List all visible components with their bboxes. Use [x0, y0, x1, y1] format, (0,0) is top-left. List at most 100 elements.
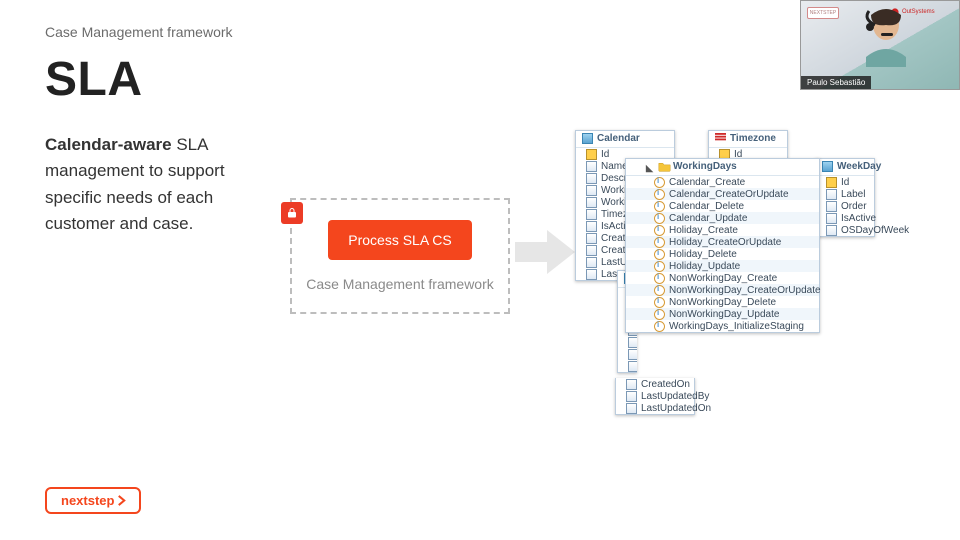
flag-icon	[715, 133, 726, 144]
row-label: Id	[841, 177, 849, 188]
attr-row[interactable]: LastUpdatedOn	[616, 402, 694, 414]
action-row[interactable]: Calendar_Create	[626, 176, 819, 188]
row-label: Calendar_Create	[669, 177, 745, 188]
panel-weekday: WeekDay IdLabelOrderIsActiveOSDayOfWeek	[815, 158, 875, 237]
attr-icon	[586, 185, 597, 196]
cam-badge-left: NEXTSTEP	[807, 7, 839, 19]
action-icon	[654, 189, 665, 200]
action-row[interactable]: NonWorkingDay_Update	[626, 308, 819, 320]
row-label: WorkingDays_InitializeStaging	[669, 321, 804, 332]
row-label: Label	[841, 189, 865, 200]
chevron-right-icon	[116, 495, 127, 506]
row-label: Order	[841, 201, 867, 212]
attr-icon	[826, 213, 837, 224]
attr-icon	[826, 225, 837, 236]
row-label: Calendar_Delete	[669, 201, 744, 212]
attr-icon	[586, 245, 597, 256]
panel-title: WeekDay	[837, 161, 881, 172]
row-label: Id	[601, 149, 609, 160]
action-icon	[654, 297, 665, 308]
attr-icon	[586, 197, 597, 208]
attr-row[interactable]: Order	[816, 200, 874, 212]
diagram-frame: Process SLA CS Case Management framework	[290, 198, 510, 314]
attr-icon	[626, 379, 637, 390]
key-icon	[586, 149, 597, 160]
diagram-label: Case Management framework	[306, 276, 494, 292]
action-row[interactable]: Calendar_Delete	[626, 200, 819, 212]
attr-icon	[586, 233, 597, 244]
action-row[interactable]: Calendar_CreateOrUpdate	[626, 188, 819, 200]
key-icon	[826, 177, 837, 188]
row-label: LastUpdatedBy	[641, 391, 709, 402]
action-icon	[654, 249, 665, 260]
action-icon	[654, 225, 665, 236]
attr-row[interactable]: IsActive	[816, 212, 874, 224]
breadcrumb: Case Management framework	[45, 24, 233, 40]
attr-row[interactable]: CreatedOn	[616, 378, 694, 390]
entity-icon	[582, 133, 593, 144]
action-row[interactable]: Calendar_Update	[626, 212, 819, 224]
action-row[interactable]: WorkingDays_InitializeStaging	[626, 320, 819, 332]
attr-row[interactable]: Id	[816, 176, 874, 188]
attr-icon	[626, 391, 637, 402]
description: Calendar-aware SLA management to support…	[45, 132, 275, 237]
row-label: Calendar_CreateOrUpdate	[669, 189, 789, 200]
action-row[interactable]: NonWorkingDay_CreateOrUpdate	[626, 284, 819, 296]
row-label: Holiday_CreateOrUpdate	[669, 237, 781, 248]
attr-icon	[586, 209, 597, 220]
action-row[interactable]: Holiday_Delete	[626, 248, 819, 260]
attr-row[interactable]: Label	[816, 188, 874, 200]
presenter-name: Paulo Sebastião	[801, 76, 871, 89]
row-label: NonWorkingDay_CreateOrUpdate	[669, 285, 821, 296]
process-sla-button[interactable]: Process SLA CS	[328, 220, 472, 260]
attr-icon	[586, 161, 597, 172]
desc-bold: Calendar-aware	[45, 135, 172, 154]
action-icon	[654, 177, 665, 188]
action-icon	[654, 285, 665, 296]
action-icon	[654, 309, 665, 320]
arrow-icon	[515, 227, 575, 282]
attr-icon	[626, 403, 637, 414]
panel-title: Timezone	[730, 133, 776, 144]
action-row[interactable]: NonWorkingDay_Delete	[626, 296, 819, 308]
action-icon	[654, 201, 665, 212]
attr-icon	[826, 189, 837, 200]
action-icon	[654, 237, 665, 248]
presenter-webcam: NEXTSTEP OutSystems Paulo Sebastião	[800, 0, 960, 90]
folder-icon	[658, 161, 669, 172]
action-icon	[654, 321, 665, 332]
row-label: Holiday_Update	[669, 261, 740, 272]
row-label: IsActive	[841, 213, 876, 224]
action-row[interactable]: Holiday_Update	[626, 260, 819, 272]
row-label: Name	[601, 161, 628, 172]
nextstep-logo: nextstep	[45, 487, 141, 514]
lock-icon	[281, 202, 303, 224]
attr-icon	[586, 221, 597, 232]
page-title: SLA	[45, 52, 143, 107]
attr-icon	[586, 269, 597, 280]
attr-icon	[586, 257, 597, 268]
action-row[interactable]: Holiday_Create	[626, 224, 819, 236]
row-label: NonWorkingDay_Update	[669, 309, 779, 320]
attr-row[interactable]: OSDayOfWeek	[816, 224, 874, 236]
action-row[interactable]: NonWorkingDay_Create	[626, 272, 819, 284]
action-icon	[654, 273, 665, 284]
action-row[interactable]: Holiday_CreateOrUpdate	[626, 236, 819, 248]
row-label: Holiday_Create	[669, 225, 738, 236]
panel-workingdays: ◣ WorkingDays Calendar_CreateCalendar_Cr…	[625, 158, 820, 333]
attr-icon	[586, 173, 597, 184]
panel-tail: CreatedOnLastUpdatedByLastUpdatedOn	[615, 378, 695, 415]
attr-row[interactable]: LastUpdatedBy	[616, 390, 694, 402]
row-label: NonWorkingDay_Create	[669, 273, 777, 284]
panel-timezone: Timezone Id	[708, 130, 788, 161]
presenter-silhouette	[861, 7, 911, 67]
row-label: OSDayOfWeek	[841, 225, 909, 236]
row-label: CreatedOn	[641, 379, 690, 390]
action-icon	[654, 213, 665, 224]
attr-icon	[826, 201, 837, 212]
row-label: NonWorkingDay_Delete	[669, 297, 776, 308]
row-label: Calendar_Update	[669, 213, 747, 224]
logo-text: nextstep	[61, 493, 114, 508]
caret-icon: ◣	[646, 163, 654, 171]
row-label: LastUpdatedOn	[641, 403, 711, 414]
